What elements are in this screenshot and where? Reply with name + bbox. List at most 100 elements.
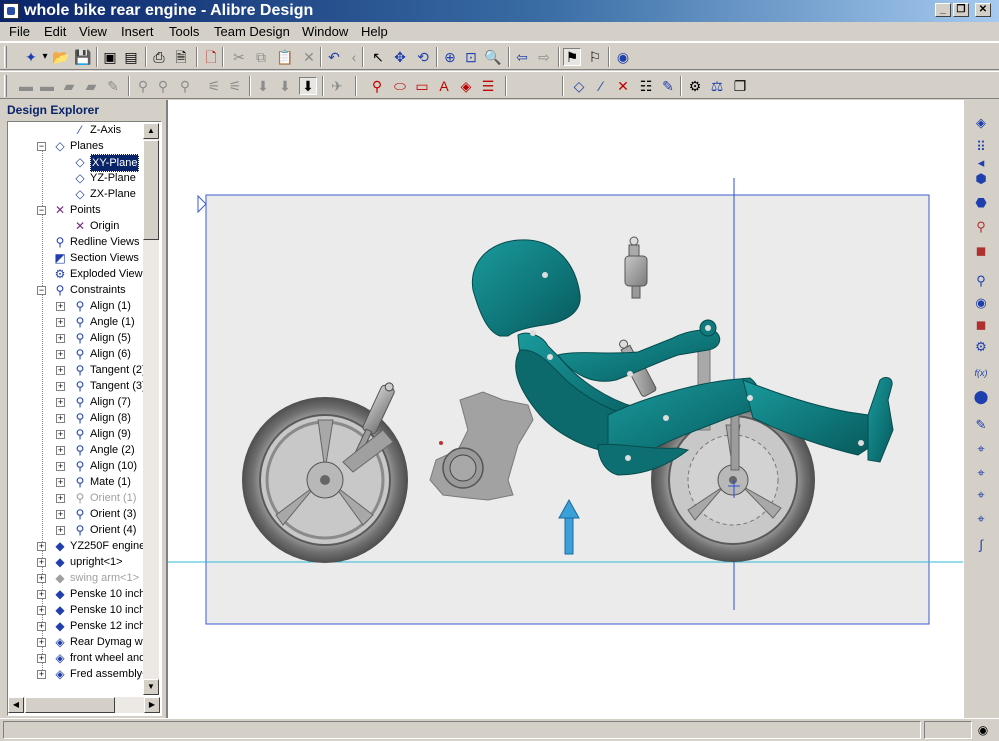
line-style-icon[interactable]: ☰ <box>479 77 497 95</box>
menu-view[interactable]: View <box>79 24 107 40</box>
redo-icon[interactable]: ‹ <box>345 48 363 66</box>
title-bar[interactable]: whole bike rear engine - Alibre Design _… <box>0 0 999 22</box>
cut-icon[interactable]: ✂ <box>230 48 248 66</box>
assembly-scene[interactable] <box>168 100 963 718</box>
tree-item[interactable]: ◇ ZX-Plane <box>8 186 143 202</box>
align-constraint-icon[interactable]: ⚲ <box>134 77 152 95</box>
expand-toggle[interactable]: + <box>37 670 46 679</box>
tree-item[interactable]: ◩ Section Views <box>8 250 143 266</box>
tree-vertical-scrollbar[interactable]: ▲ ▼ <box>143 123 159 695</box>
iso-view-icon[interactable]: ◈ <box>972 114 990 132</box>
expand-toggle[interactable]: + <box>56 446 65 455</box>
rectangle-icon[interactable]: ▭ <box>413 77 431 95</box>
insert-component-icon[interactable]: ⚲ <box>972 272 990 290</box>
scroll-up-button[interactable]: ▲ <box>143 123 159 139</box>
measure-icon[interactable]: ⚙ <box>686 77 704 95</box>
expand-toggle[interactable]: + <box>56 366 65 375</box>
paste-icon[interactable]: 📋 <box>276 48 294 66</box>
tree-item[interactable]: − ◇ Planes <box>8 138 143 154</box>
fill-color-icon[interactable]: ◈ <box>457 77 475 95</box>
expand-toggle[interactable]: + <box>37 590 46 599</box>
toolbar-grip[interactable] <box>4 75 7 97</box>
insert-part-icon[interactable]: ▬ <box>17 77 35 95</box>
tree-item[interactable]: + ◆ YZ250F engine <box>8 538 145 554</box>
tree-item[interactable]: + ◆ Penske 10 inch <box>8 586 145 602</box>
blob-icon[interactable]: ⬤ <box>972 388 990 406</box>
explode-icon[interactable]: ✈ <box>328 77 346 95</box>
menu-window[interactable]: Window <box>302 24 348 40</box>
tree-item[interactable]: + ⚲ Orient (4) <box>8 522 143 538</box>
tangent-constraint-icon[interactable]: ⚟ <box>205 77 223 95</box>
orient-constraint-icon[interactable]: ⚲ <box>176 77 194 95</box>
tree-item[interactable]: ◇ XY-Plane <box>8 154 143 172</box>
toolbar-grip[interactable] <box>4 46 7 68</box>
menu-file[interactable]: File <box>9 24 30 40</box>
dim1-icon[interactable]: ⌖ <box>972 440 990 458</box>
menu-edit[interactable]: Edit <box>44 24 66 40</box>
tree-item[interactable]: + ⚲ Align (6) <box>8 346 143 362</box>
new-icon[interactable]: ✦ <box>22 48 40 66</box>
tree-horizontal-scrollbar[interactable]: ◀ ▶ <box>8 697 160 713</box>
tree-item[interactable]: ✕ Origin <box>8 218 143 234</box>
delete-icon[interactable]: ✕ <box>300 48 318 66</box>
export-pdf-icon[interactable]: 🗋 <box>202 48 220 66</box>
dim3-icon[interactable]: ⌖ <box>972 486 990 504</box>
reference-plane-icon[interactable]: ◇ <box>570 77 588 95</box>
color-cube-icon[interactable]: ◼ <box>972 242 990 260</box>
move-part-icon[interactable]: ⬇ <box>276 77 294 95</box>
collapse-toggle[interactable]: − <box>37 286 46 295</box>
tree-item[interactable]: + ⚲ Align (9) <box>8 426 143 442</box>
undo-icon[interactable]: ↶ <box>325 48 343 66</box>
expand-toggle[interactable]: + <box>56 398 65 407</box>
tree-item[interactable]: + ⚲ Orient (1) <box>8 490 143 506</box>
expand-toggle[interactable]: + <box>37 606 46 615</box>
menu-help[interactable]: Help <box>361 24 388 40</box>
collapse-toggle[interactable]: − <box>37 142 46 151</box>
save-copy-icon[interactable]: ▣ <box>101 48 119 66</box>
tree-item[interactable]: + ◈ front wheel and <box>8 650 145 666</box>
model-viewport[interactable] <box>166 100 963 718</box>
expand-toggle[interactable]: + <box>37 622 46 631</box>
tree-item[interactable]: + ◆ upright<1> <box>8 554 143 570</box>
tree-item[interactable]: + ◆ Penske 12 inch <box>8 618 145 634</box>
pan-icon[interactable]: ✥ <box>391 48 409 66</box>
pencil-icon[interactable]: ✎ <box>972 416 990 434</box>
show-tree-icon[interactable]: ⚑ <box>563 48 581 66</box>
tree-item[interactable]: + ◈ Fred assembly< <box>8 666 149 682</box>
expand-toggle[interactable]: + <box>56 462 65 471</box>
curve-icon[interactable]: ∫ <box>972 536 990 554</box>
tree-item[interactable]: + ◈ Rear Dymag wh <box>8 634 149 650</box>
assembly-props-icon[interactable]: ⚲ <box>972 218 990 236</box>
menu-insert[interactable]: Insert <box>121 24 154 40</box>
design-explorer-tree[interactable]: ⁄ Z-Axis − ◇ Planes ◇ XY-Plane ◇ YZ-Plane ◇ ZX-Pla… <box>7 121 162 716</box>
solid-view-icon[interactable]: ⬢ <box>972 170 990 188</box>
expand-toggle[interactable]: + <box>37 542 46 551</box>
tree-item[interactable]: ◇ YZ-Plane <box>8 170 143 186</box>
tree-item[interactable]: + ⚲ Tangent (3) <box>8 378 146 394</box>
reference-point-icon[interactable]: ✕ <box>614 77 632 95</box>
alibre-app-icon[interactable] <box>3 3 19 19</box>
tree-item[interactable]: ⁄ Z-Axis <box>8 122 143 138</box>
zoom-in-icon[interactable]: ⊕ <box>441 48 459 66</box>
save-icon[interactable]: 💾 <box>74 48 92 66</box>
tree-item[interactable]: + ⚲ Angle (1) <box>8 314 143 330</box>
properties-icon[interactable]: ✎ <box>659 77 677 95</box>
tree-item[interactable]: − ⚲ Constraints <box>8 282 143 298</box>
copy-icon[interactable]: ⧉ <box>252 48 270 66</box>
tree-item[interactable]: ⚲ Redline Views <box>8 234 143 250</box>
scroll-down-button[interactable]: ▼ <box>143 679 159 695</box>
text-annotation-icon[interactable]: A <box>435 77 453 95</box>
reference-axis-icon[interactable]: ⁄ <box>592 77 610 95</box>
function-icon[interactable]: f(x) <box>972 364 990 382</box>
restore-button[interactable]: ❐ <box>953 3 969 17</box>
rotate-icon[interactable]: ⟲ <box>414 48 432 66</box>
expand-toggle[interactable]: + <box>56 478 65 487</box>
tree-item[interactable]: + ⚲ Angle (2) <box>8 442 143 458</box>
expand-toggle[interactable]: + <box>37 654 46 663</box>
expand-toggle[interactable]: + <box>56 382 65 391</box>
tree-item[interactable]: + ⚲ Mate (1) <box>8 474 143 490</box>
tree-item[interactable]: + ⚲ Orient (3) <box>8 506 143 522</box>
expand-toggle[interactable]: + <box>56 350 65 359</box>
expand-toggle[interactable]: + <box>56 318 65 327</box>
expand-toggle[interactable]: + <box>56 430 65 439</box>
